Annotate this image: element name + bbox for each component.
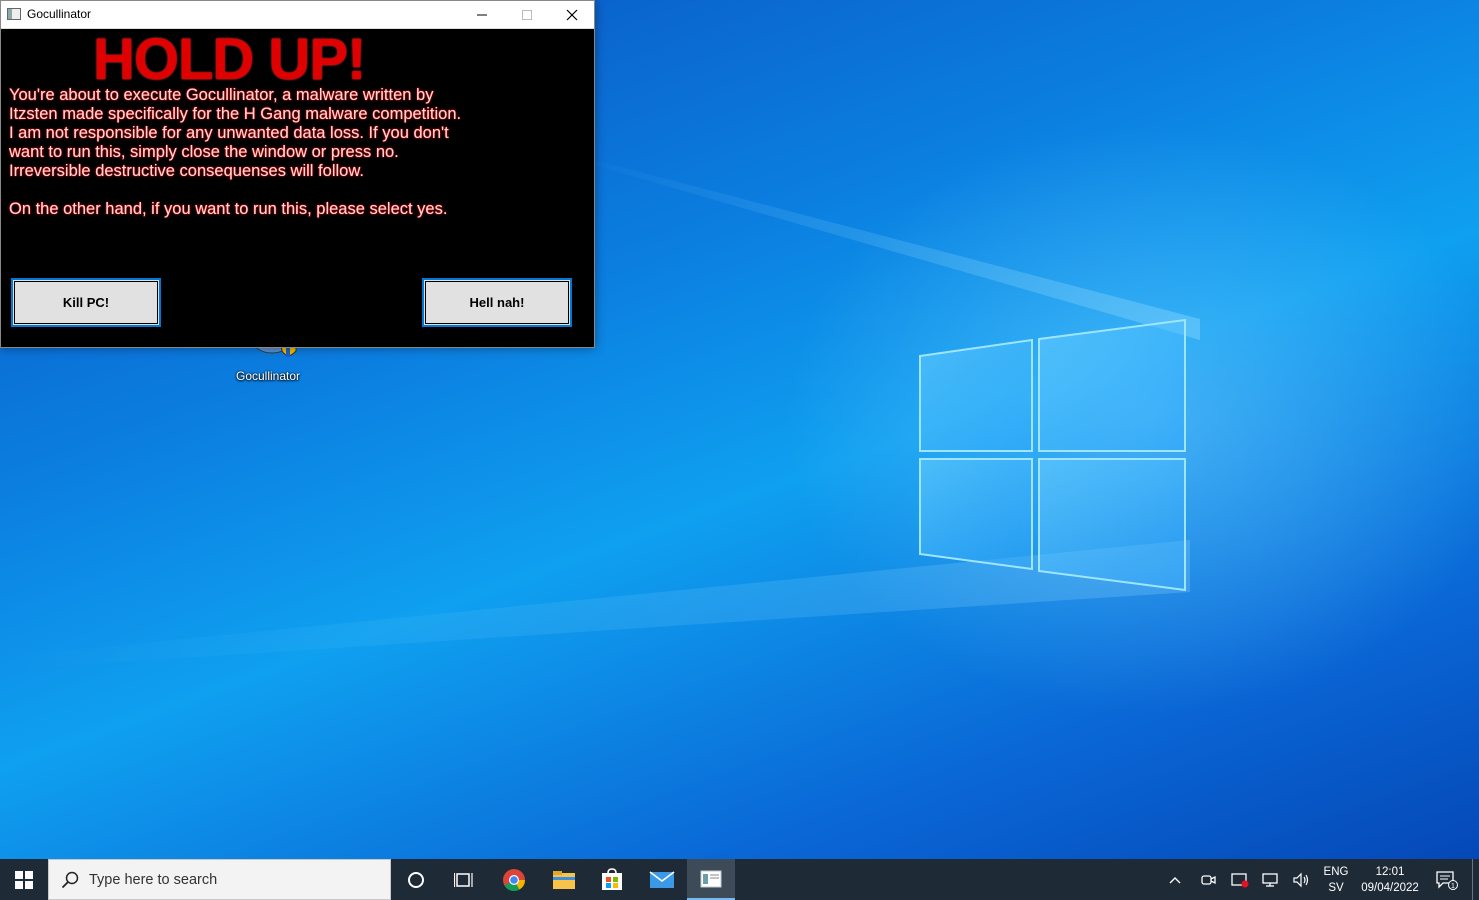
hell-nah-button[interactable]: Hell nah!	[422, 278, 572, 327]
search-icon	[61, 871, 79, 889]
app-icon	[7, 8, 21, 20]
keyboard-layout: SV	[1328, 881, 1344, 894]
gocullinator-taskbar-button[interactable]	[687, 859, 735, 900]
clock-button[interactable]: 12:01 09/04/2022	[1355, 859, 1425, 900]
taskbar-search-box[interactable]: Type here to search	[48, 859, 391, 900]
security-warning-icon	[1231, 872, 1249, 887]
language-code: ENG	[1323, 865, 1349, 878]
notification-count: 1	[1451, 883, 1455, 890]
window-title: Gocullinator	[27, 7, 92, 21]
close-icon	[566, 9, 578, 20]
action-center-button[interactable]: 1	[1434, 859, 1460, 900]
security-tray-button[interactable]	[1228, 859, 1252, 900]
app-window-icon	[700, 870, 722, 887]
maximize-icon	[522, 9, 532, 20]
input-language-button[interactable]: ENG SV	[1318, 859, 1354, 900]
mail-taskbar-button[interactable]	[638, 859, 686, 900]
clock-time: 12:01	[1375, 865, 1405, 878]
maximize-button[interactable]	[504, 1, 550, 28]
chrome-taskbar-button[interactable]	[490, 859, 538, 900]
chevron-up-icon	[1169, 876, 1181, 883]
file-explorer-taskbar-button[interactable]	[540, 859, 588, 900]
windows-start-icon	[15, 870, 33, 889]
network-tray-button[interactable]	[1259, 859, 1283, 900]
store-icon	[602, 867, 622, 890]
task-view-button[interactable]	[440, 859, 488, 900]
microsoft-store-taskbar-button[interactable]	[588, 859, 636, 900]
light-beam	[560, 151, 1200, 340]
kill-pc-button[interactable]: Kill PC!	[11, 278, 161, 327]
show-desktop-button[interactable]	[1472, 859, 1473, 900]
start-button[interactable]	[0, 859, 48, 900]
network-icon	[1262, 872, 1278, 887]
minimize-icon	[477, 14, 487, 15]
taskbar: Type here to search ENG SV 12:01 09/04/2…	[0, 859, 1479, 900]
windows-logo-wallpaper	[919, 318, 1186, 592]
search-placeholder: Type here to search	[89, 872, 218, 888]
cortana-circle-icon	[408, 871, 424, 888]
meet-now-button[interactable]	[1196, 859, 1220, 900]
desktop-icon-label: Gocullinator	[235, 369, 301, 383]
warning-headline: HOLD UP!	[93, 27, 366, 92]
window-titlebar[interactable]: Gocullinator	[1, 1, 594, 29]
volume-icon	[1293, 872, 1309, 887]
cortana-button[interactable]	[392, 859, 440, 900]
mail-icon	[649, 870, 675, 888]
camera-icon	[1201, 874, 1216, 885]
close-button[interactable]	[549, 1, 595, 28]
task-view-icon	[454, 872, 473, 887]
clock-date: 09/04/2022	[1361, 881, 1419, 894]
minimize-button[interactable]	[459, 1, 505, 28]
app-window: Gocullinator HOLD UP! You're about to ex…	[0, 0, 595, 348]
chrome-icon	[503, 868, 525, 891]
show-hidden-icons-button[interactable]	[1163, 859, 1187, 900]
notification-icon: 1	[1436, 870, 1458, 890]
volume-tray-button[interactable]	[1290, 859, 1314, 900]
warning-message: You're about to execute Gocullinator, a …	[9, 86, 462, 218]
folder-icon	[553, 870, 575, 889]
